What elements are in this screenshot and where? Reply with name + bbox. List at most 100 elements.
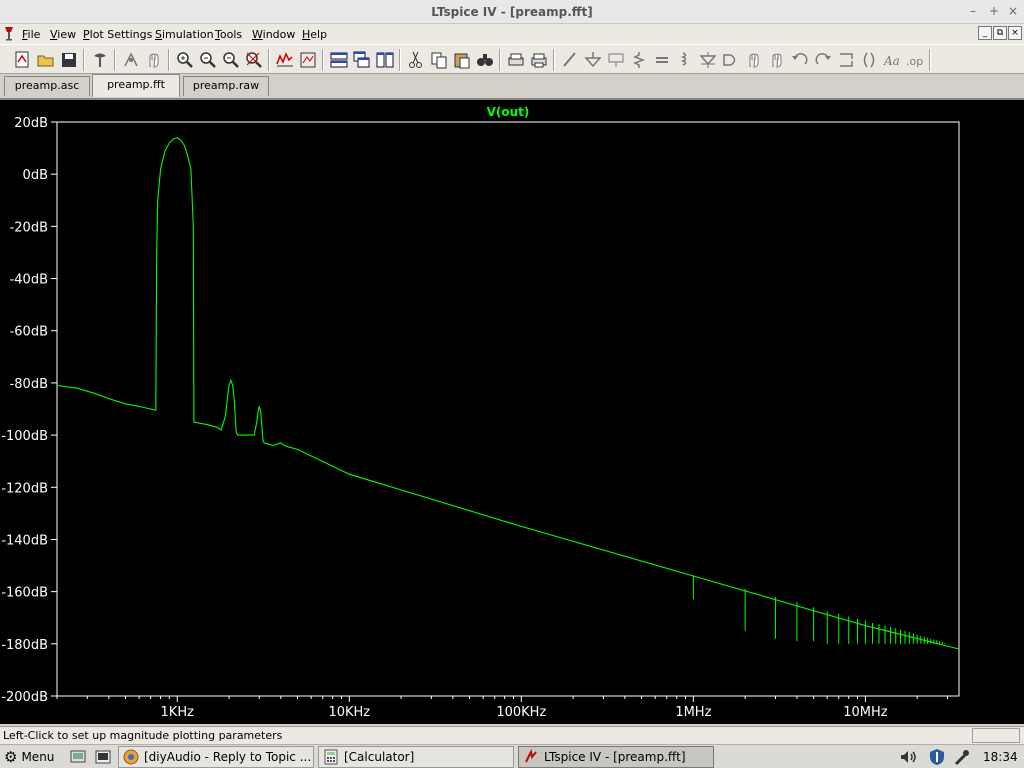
paste-icon[interactable] xyxy=(452,50,472,70)
waveform-viewer[interactable]: V(out) 20dB 0dB -20dB -40dB -60dB -80dB -100dB -… xyxy=(0,98,1024,724)
y-tick-label: -120dB xyxy=(1,481,48,496)
y-tick-label: -180dB xyxy=(1,638,48,653)
menu-plot-settings-label: lot Settings xyxy=(89,28,153,41)
toolbar-separator xyxy=(399,49,401,71)
status-bar: Left-Click to set up magnitude plotting … xyxy=(0,726,1024,744)
copy-icon[interactable] xyxy=(429,50,449,70)
fft-plot: V(out) 20dB 0dB -20dB -40dB -60dB -80dB -100dB -… xyxy=(1,105,960,720)
cascade-icon[interactable] xyxy=(352,50,372,70)
halt-icon[interactable] xyxy=(144,50,164,70)
open-icon[interactable] xyxy=(36,50,56,70)
svg-text:Aa: Aa xyxy=(883,54,900,68)
print-icon[interactable] xyxy=(529,50,549,70)
x-tick-label: 1MHz xyxy=(675,705,711,720)
volume-icon[interactable] xyxy=(899,746,919,768)
taskbar-item-ltspice[interactable]: LTspice IV - [preamp.fft] xyxy=(518,746,714,768)
new-schematic-icon[interactable] xyxy=(13,50,33,70)
zoom-fit-icon[interactable] xyxy=(244,50,264,70)
print-setup-icon[interactable] xyxy=(506,50,526,70)
menu-file-label: ile xyxy=(27,28,41,41)
maximize-icon[interactable]: + xyxy=(987,4,1001,18)
menu-tools-label: ools xyxy=(219,28,243,41)
find-icon[interactable] xyxy=(475,50,495,70)
tab-preamp-fft[interactable]: preamp.fft xyxy=(92,74,180,97)
tile-vertical-icon[interactable] xyxy=(375,50,395,70)
inductor-icon[interactable] xyxy=(675,50,695,70)
tab-preamp-asc[interactable]: preamp.asc xyxy=(4,76,90,96)
zoom-out-icon[interactable] xyxy=(198,50,218,70)
y-tick-label: -20dB xyxy=(10,220,48,235)
menu-view[interactable]: View xyxy=(50,28,76,41)
y-tick-label: -140dB xyxy=(1,533,48,548)
spice-directive-icon[interactable]: .op xyxy=(905,50,925,70)
diode-icon[interactable] xyxy=(698,50,718,70)
x-tick-label: 10MHz xyxy=(843,705,888,720)
tab-preamp-raw[interactable]: preamp.raw xyxy=(183,76,269,96)
capacitor-icon[interactable] xyxy=(652,50,672,70)
menu-window-mnemonic: W xyxy=(252,28,263,41)
menu-simulation-mnemonic: S xyxy=(155,28,162,41)
fft-trace-vout xyxy=(56,137,960,650)
zoom-in-icon[interactable] xyxy=(175,50,195,70)
rotate-icon[interactable] xyxy=(836,50,856,70)
menu-help[interactable]: Help xyxy=(302,28,327,41)
tab-preamp-asc-label: preamp.asc xyxy=(14,79,80,92)
terminal-icon[interactable] xyxy=(95,746,111,768)
shield-icon[interactable] xyxy=(928,746,946,768)
toolbar-separator xyxy=(168,49,170,71)
y-tick-label: -40dB xyxy=(10,273,48,288)
resistor-icon[interactable] xyxy=(629,50,649,70)
mirror-icon[interactable] xyxy=(859,50,879,70)
show-desktop-icon[interactable] xyxy=(70,746,86,768)
wire-icon[interactable] xyxy=(560,50,580,70)
mdi-close-icon[interactable]: × xyxy=(1008,26,1022,40)
minimize-icon[interactable]: – xyxy=(966,4,980,18)
menu-tools[interactable]: Tools xyxy=(215,28,242,41)
menu-window[interactable]: Window xyxy=(252,28,295,41)
redo-icon[interactable] xyxy=(813,50,833,70)
undo-icon[interactable] xyxy=(790,50,810,70)
text-icon[interactable]: Aa xyxy=(882,50,902,70)
mdi-restore-icon[interactable]: ⧉ xyxy=(993,26,1007,40)
menu-simulation[interactable]: Simulation xyxy=(155,28,214,41)
drag-icon[interactable] xyxy=(767,50,787,70)
gear-icon: ⚙ xyxy=(4,748,18,766)
mark-unused-icon[interactable] xyxy=(298,50,318,70)
ground-icon[interactable] xyxy=(583,50,603,70)
taskbar: ⚙ Menu [diyAudio - Reply to Topic ... [C… xyxy=(0,744,1024,768)
x-tick-label: 100KHz xyxy=(496,705,546,720)
cut-icon[interactable] xyxy=(406,50,426,70)
svg-text:.op: .op xyxy=(906,55,923,68)
menu-file[interactable]: File xyxy=(22,28,40,41)
autorange-icon[interactable] xyxy=(275,50,295,70)
toolbar-separator xyxy=(322,49,324,71)
menu-plot-settings[interactable]: Plot Settings xyxy=(83,28,152,41)
y-tick-label: 20dB xyxy=(14,116,48,131)
mdi-minimize-icon[interactable]: _ xyxy=(978,26,992,40)
taskbar-item-calculator-label: [Calculator] xyxy=(344,750,415,764)
window-title: LTspice IV - [preamp.fft] xyxy=(431,5,593,19)
y-tick-label: -200dB xyxy=(1,690,48,705)
x-tick-label: 1KHz xyxy=(161,705,195,720)
start-menu-button[interactable]: ⚙ Menu xyxy=(4,746,54,768)
toolbar: Aa .op xyxy=(0,44,1024,74)
close-icon[interactable]: × xyxy=(1006,4,1020,18)
title-bar: LTspice IV - [preamp.fft] – + × xyxy=(0,0,1024,24)
ltspice-app-icon[interactable] xyxy=(3,26,15,41)
label-icon[interactable] xyxy=(606,50,626,70)
taskbar-item-calculator[interactable]: [Calculator] xyxy=(318,746,514,768)
run-icon[interactable] xyxy=(121,50,141,70)
toolbar-separator xyxy=(268,49,270,71)
toolbar-separator xyxy=(83,49,85,71)
move-icon[interactable] xyxy=(744,50,764,70)
menu-bar: File View Plot Settings Simulation Tools… xyxy=(0,24,1024,44)
taskbar-item-diyaudio[interactable]: [diyAudio - Reply to Topic ... xyxy=(118,746,314,768)
control-panel-icon[interactable] xyxy=(90,50,110,70)
save-icon[interactable] xyxy=(59,50,79,70)
network-icon[interactable] xyxy=(953,746,971,768)
y-tick-label: -80dB xyxy=(10,377,48,392)
trace-label-vout[interactable]: V(out) xyxy=(487,105,530,119)
tile-horizontal-icon[interactable] xyxy=(329,50,349,70)
component-icon[interactable] xyxy=(721,50,741,70)
zoom-back-icon[interactable] xyxy=(221,50,241,70)
